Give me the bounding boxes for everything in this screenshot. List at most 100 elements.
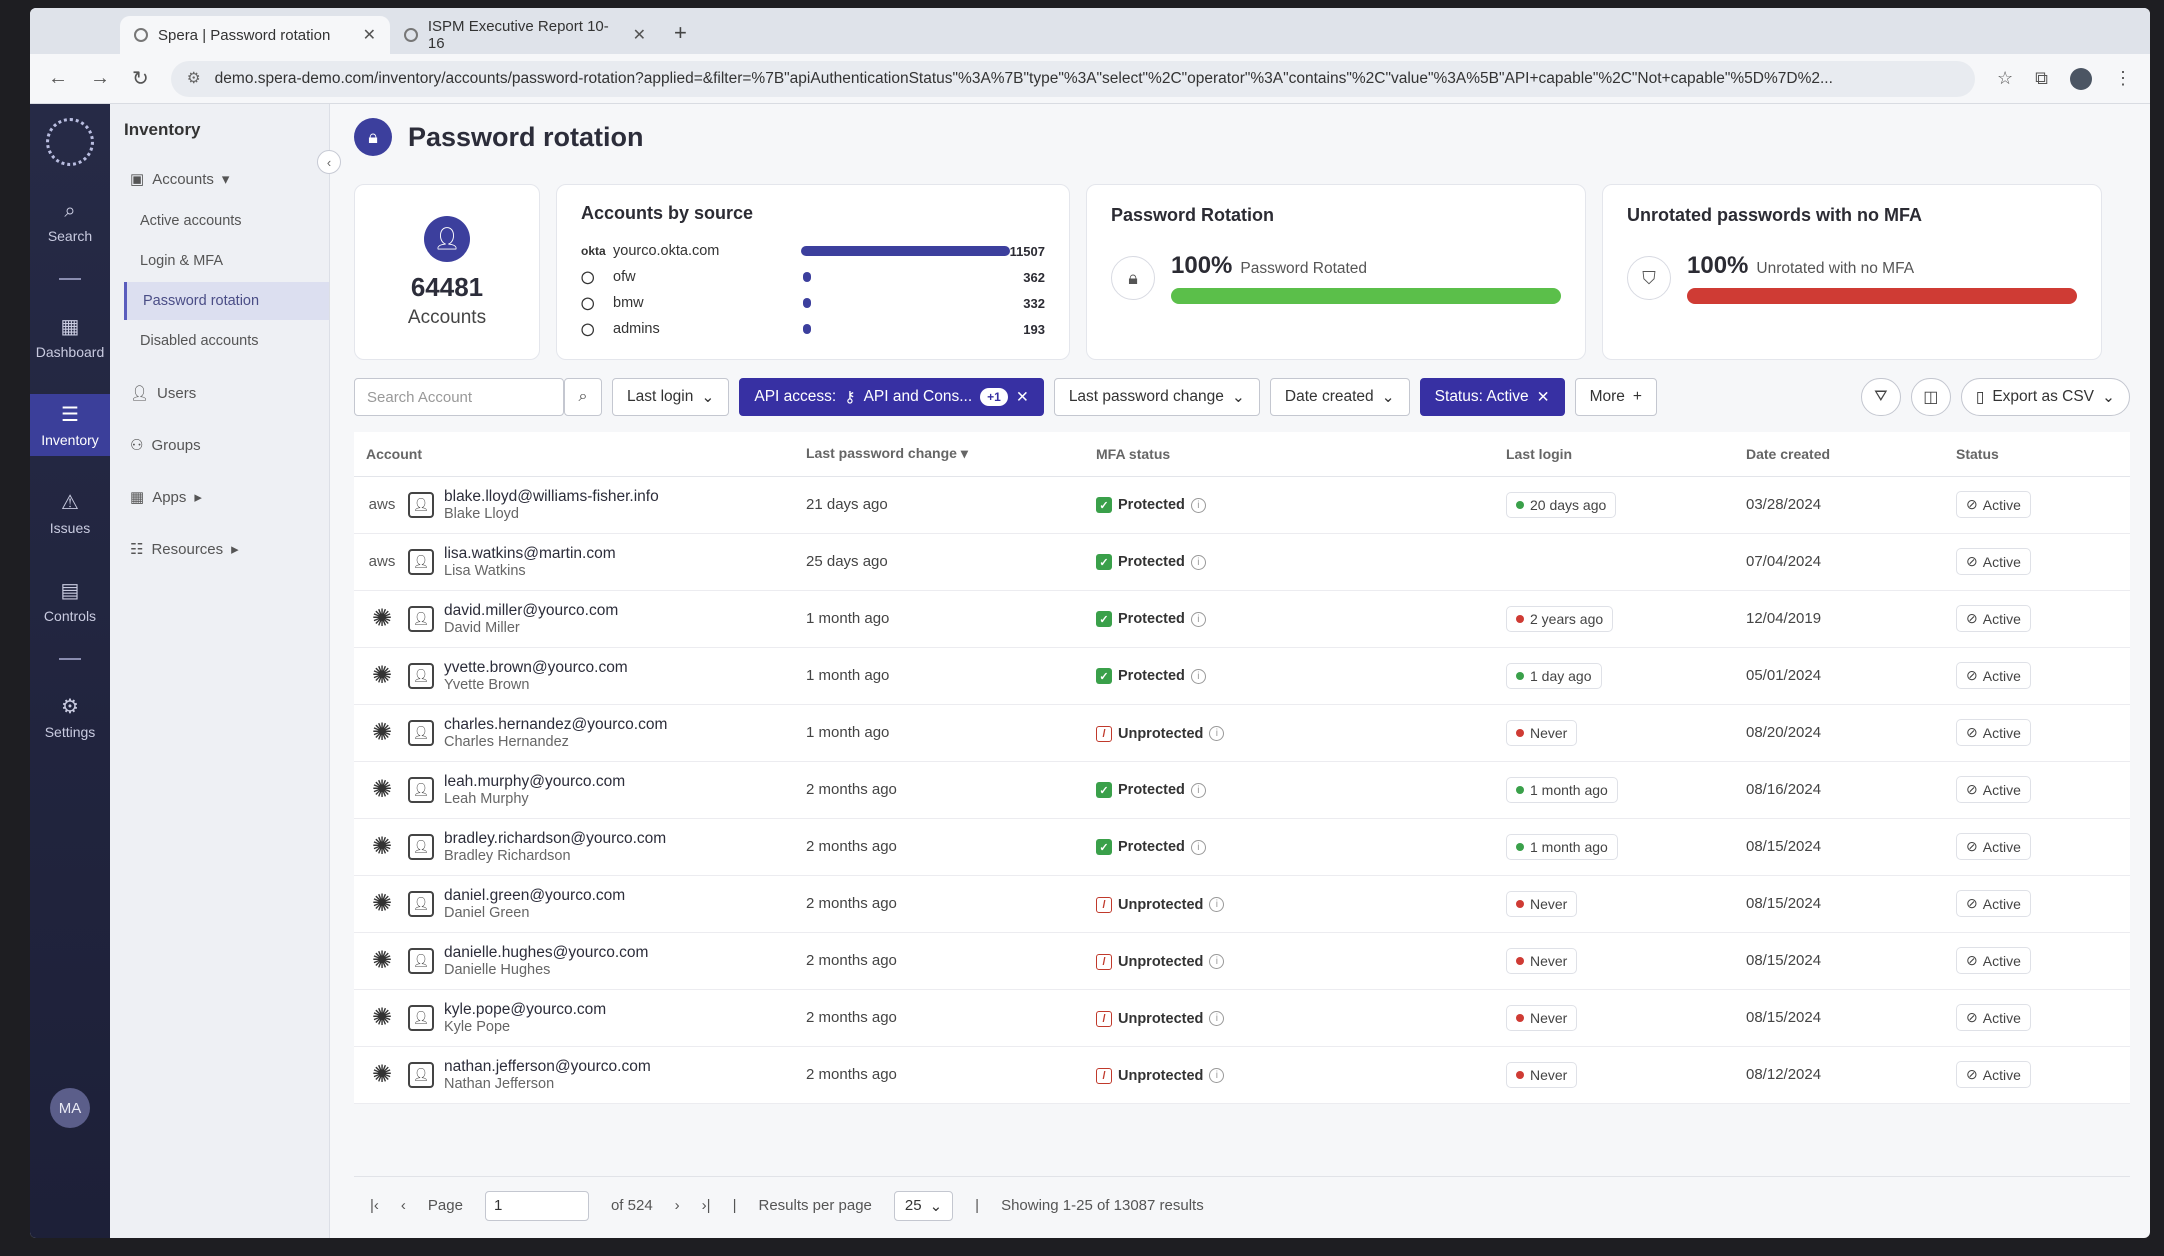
account-email[interactable]: danielle.hughes@yourco.com xyxy=(444,944,648,962)
prev-page-icon[interactable]: ‹ xyxy=(401,1197,406,1214)
source-row[interactable]: ◯ ofw 362 xyxy=(581,264,1045,290)
status-cell: ⊘ Active xyxy=(1944,761,2130,818)
info-icon[interactable]: i xyxy=(1190,668,1206,684)
table-row[interactable]: ✺ 👤︎ yvette.brown@yourco.com Yvette Brown 1 … xyxy=(354,647,2130,704)
filter-button[interactable]: ⛛ xyxy=(1860,378,1901,416)
table-row[interactable]: ✺ 👤︎ leah.murphy@yourco.com Leah Murphy 2 mo… xyxy=(354,761,2130,818)
source-row[interactable]: ◯ admins 193 xyxy=(581,316,1045,342)
status-cell: ⊘ Active xyxy=(1944,704,2130,761)
col-last-login[interactable]: Last login xyxy=(1494,432,1734,477)
account-email[interactable]: kyle.pope@yourco.com xyxy=(444,1001,606,1019)
last-page-icon[interactable]: ›| xyxy=(702,1197,711,1214)
last-password-change-filter[interactable]: Last password change ⌄ xyxy=(1053,378,1260,416)
forward-icon[interactable]: → xyxy=(90,67,110,90)
status-filter[interactable]: Status: Active ✕ xyxy=(1419,378,1565,416)
new-tab-button[interactable]: + xyxy=(660,20,701,54)
table-row[interactable]: ✺ 👤︎ kyle.pope@yourco.com Kyle Pope 2 months… xyxy=(354,989,2130,1046)
browser-tab-active[interactable]: Spera | Password rotation ✕ xyxy=(120,16,390,54)
back-icon[interactable]: ← xyxy=(48,67,68,90)
table-row[interactable]: ✺ 👤︎ bradley.richardson@yourco.com Bradley … xyxy=(354,818,2130,875)
table-row[interactable]: aws 👤︎ blake.lloyd@williams-fisher.info Bla… xyxy=(354,476,2130,533)
subnav-active-accounts[interactable]: Active accounts xyxy=(124,202,329,240)
bookmark-star-icon[interactable]: ☆ xyxy=(1997,68,2013,89)
info-icon[interactable]: i xyxy=(1209,726,1225,741)
table-row[interactable]: aws 👤︎ lisa.watkins@martin.com Lisa Watkins… xyxy=(354,533,2130,590)
rail-dashboard[interactable]: ▦ Dashboard xyxy=(30,306,110,368)
close-tab-icon[interactable]: ✕ xyxy=(363,25,376,45)
account-email[interactable]: david.miller@yourco.com xyxy=(444,602,618,620)
rail-issues[interactable]: ⚠ Issues xyxy=(30,482,110,544)
account-email[interactable]: nathan.jefferson@yourco.com xyxy=(444,1058,651,1076)
total-accounts-card[interactable]: 👤︎ 64481 Accounts xyxy=(354,184,540,360)
account-name: Bradley Richardson xyxy=(444,847,571,864)
close-tab-icon[interactable]: ✕ xyxy=(633,25,646,45)
last-login-filter[interactable]: Last login ⌄ xyxy=(612,378,730,416)
account-email[interactable]: lisa.watkins@martin.com xyxy=(444,545,616,563)
info-icon[interactable]: i xyxy=(1209,897,1225,912)
status-badge: ⊘ Active xyxy=(1956,548,2031,575)
date-created-filter[interactable]: Date created ⌄ xyxy=(1269,378,1410,416)
url-bar[interactable]: ⚙ demo.spera-demo.com/inventory/accounts… xyxy=(170,60,1975,97)
subnav-login-mfa[interactable]: Login & MFA xyxy=(124,242,329,280)
subnav-resources[interactable]: ☷ Resources ▸ xyxy=(124,530,329,568)
account-email[interactable]: charles.hernandez@yourco.com xyxy=(444,716,667,734)
info-icon[interactable]: i xyxy=(1190,554,1206,570)
first-page-icon[interactable]: |‹ xyxy=(370,1197,379,1214)
next-page-icon[interactable]: › xyxy=(675,1197,680,1214)
info-icon[interactable]: i xyxy=(1209,954,1225,969)
col-status[interactable]: Status xyxy=(1944,432,2130,477)
col-date-created[interactable]: Date created xyxy=(1734,432,1944,477)
account-email[interactable]: yvette.brown@yourco.com xyxy=(444,659,628,677)
clear-filter-icon[interactable]: ✕ xyxy=(1016,388,1029,407)
table-row[interactable]: ✺ 👤︎ david.miller@yourco.com David Miller 1 … xyxy=(354,590,2130,647)
page-input[interactable]: 1 xyxy=(484,1190,589,1221)
table-row[interactable]: ✺ 👤︎ danielle.hughes@yourco.com Danielle Hu… xyxy=(354,932,2130,989)
rail-inventory[interactable]: ☰ Inventory xyxy=(30,394,110,456)
account-email[interactable]: blake.lloyd@williams-fisher.info xyxy=(444,488,659,506)
source-row[interactable]: ◯ bmw 332 xyxy=(581,290,1045,316)
info-icon[interactable]: i xyxy=(1190,497,1206,513)
subnav-accounts[interactable]: ▣ Accounts ▾ xyxy=(124,160,329,198)
table-row[interactable]: ✺ 👤︎ nathan.jefferson@yourco.com Nathan Jef… xyxy=(354,1046,2130,1103)
col-last-password-change[interactable]: Last password change ▾ xyxy=(794,432,1084,477)
site-info-icon[interactable]: ⚙ xyxy=(187,69,201,88)
rail-search[interactable]: ⌕ Search xyxy=(30,192,110,252)
browser-tab[interactable]: ISPM Executive Report 10-16 ✕ xyxy=(390,16,660,54)
rail-settings[interactable]: ⚙ Settings xyxy=(30,686,110,748)
account-email[interactable]: daniel.green@yourco.com xyxy=(444,887,625,905)
info-icon[interactable]: i xyxy=(1209,1068,1225,1083)
export-csv-button[interactable]: ▯ Export as CSV ⌄ xyxy=(1960,378,2130,416)
table-row[interactable]: ✺ 👤︎ charles.hernandez@yourco.com Charles H… xyxy=(354,704,2130,761)
source-row[interactable]: okta yourco.okta.com 11507 xyxy=(581,238,1045,264)
info-icon[interactable]: i xyxy=(1209,1011,1225,1026)
more-filters-button[interactable]: More + xyxy=(1574,378,1657,416)
info-icon[interactable]: i xyxy=(1190,782,1206,798)
info-icon[interactable]: i xyxy=(1190,839,1206,855)
info-icon[interactable]: i xyxy=(1190,611,1206,627)
table-row[interactable]: ✺ 👤︎ daniel.green@yourco.com Daniel Green 2 … xyxy=(354,875,2130,932)
columns-button[interactable]: ◫ xyxy=(1910,378,1951,416)
reload-icon[interactable]: ↻ xyxy=(132,66,149,91)
subnav-groups[interactable]: ⚇ Groups xyxy=(124,426,329,464)
per-page-select[interactable]: 25 ⌄ xyxy=(893,1190,954,1221)
unrotated-no-mfa-card: Unrotated passwords with no MFA ⛉ 100% Un… xyxy=(1602,184,2102,360)
mfa-status-cell: / Unprotected i xyxy=(1084,875,1494,932)
subnav-disabled-accounts[interactable]: Disabled accounts xyxy=(124,322,329,360)
rail-controls[interactable]: ▤ Controls xyxy=(30,570,110,632)
search-button[interactable]: ⌕ xyxy=(564,378,602,416)
subnav-users[interactable]: 👤︎ Users xyxy=(124,374,329,412)
search-input[interactable]: Search Account xyxy=(354,378,564,416)
extensions-icon[interactable]: ⧉ xyxy=(2035,68,2048,89)
subnav-apps[interactable]: ▦ Apps ▸ xyxy=(124,478,329,516)
profile-avatar[interactable] xyxy=(2070,67,2092,90)
api-access-filter[interactable]: API access: ⚷ API and Cons... +1 ✕ xyxy=(739,378,1044,416)
col-account[interactable]: Account xyxy=(354,432,794,477)
subnav-password-rotation[interactable]: Password rotation xyxy=(124,282,329,320)
account-email[interactable]: leah.murphy@yourco.com xyxy=(444,773,625,791)
menu-icon[interactable]: ⋮ xyxy=(2114,68,2132,89)
col-mfa-status[interactable]: MFA status xyxy=(1084,432,1494,477)
spera-logo[interactable] xyxy=(46,118,94,166)
account-email[interactable]: bradley.richardson@yourco.com xyxy=(444,830,666,848)
user-avatar[interactable]: MA xyxy=(50,1088,90,1128)
clear-filter-icon[interactable]: ✕ xyxy=(1537,388,1550,407)
